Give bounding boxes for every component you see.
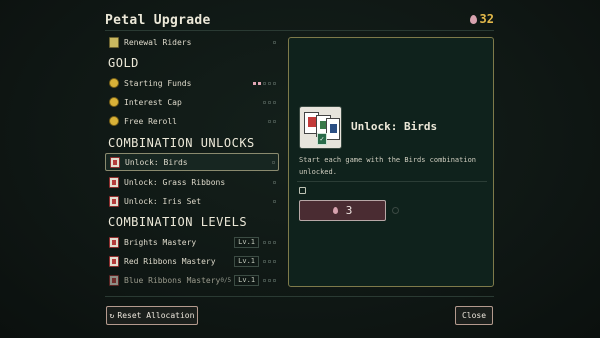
list-item-renewal-riders[interactable]: Renewal Riders [105, 33, 279, 51]
section-combination-levels: COMBINATION LEVELS [108, 215, 248, 229]
upgrade-pip [263, 278, 267, 282]
upgrade-pip [273, 278, 277, 282]
detail-panel: ✓ Unlock: Birds Start each game with the… [288, 37, 494, 287]
upgrade-pip [273, 119, 276, 123]
card-icon [109, 176, 119, 188]
list-item-unlock-grass-ribbons[interactable]: Unlock: Grass Ribbons [105, 173, 279, 191]
reset-allocation-button[interactable]: ↻ Reset Allocation [106, 306, 198, 325]
petal-icon [469, 14, 477, 24]
upgrade-pip [268, 119, 271, 123]
progress-count: 0/5 [220, 276, 232, 284]
upgrade-pips [263, 278, 277, 282]
upgrade-pip [273, 180, 276, 184]
upgrade-pip [263, 100, 266, 104]
upgrade-pip [258, 81, 261, 85]
coin-icon [109, 116, 119, 126]
list-item-brights-mastery[interactable]: Brights Mastery Lv.1 [105, 233, 279, 251]
card-icon [109, 236, 119, 248]
upgrade-pips [273, 199, 276, 203]
list-item-label: Red Ribbons Mastery [124, 256, 216, 266]
purchase-cost: 3 [345, 204, 353, 217]
list-item-red-ribbons-mastery[interactable]: Red Ribbons Mastery Lv.1 [105, 252, 279, 270]
upgrade-pip [272, 160, 275, 164]
upgrade-pip [268, 259, 271, 263]
upgrade-screen: Petal Upgrade 32 Renewal Riders GOLD Sta… [0, 0, 600, 338]
upgrade-pips [263, 259, 276, 263]
card-icon [110, 156, 120, 168]
level-badge: Lv.1 [234, 255, 259, 267]
list-item-label: Interest Cap [124, 97, 182, 107]
upgrade-pip [263, 240, 266, 244]
upgrade-pips [273, 180, 276, 184]
upgrade-pip [273, 100, 276, 104]
close-button[interactable]: Close [455, 306, 493, 325]
info-icon[interactable] [392, 207, 399, 214]
close-label: Close [461, 311, 487, 320]
upgrade-pips [273, 40, 276, 44]
list-item-label: Free Reroll [124, 116, 177, 126]
detail-title: Unlock: Birds [351, 120, 438, 133]
section-combination-unlocks: COMBINATION UNLOCKS [108, 136, 255, 150]
upgrade-pip [268, 278, 272, 282]
upgrade-pip [273, 40, 276, 44]
list-item-unlock-birds[interactable]: Unlock: Birds [105, 153, 279, 171]
petal-currency: 32 [469, 12, 494, 26]
list-item-label: Starting Funds [124, 78, 192, 88]
level-badge: Lv.1 [234, 274, 260, 286]
upgrade-pip [268, 81, 271, 85]
level-badge: Lv.1 [234, 236, 259, 248]
list-item-interest-cap[interactable]: Interest Cap [105, 93, 279, 111]
list-item-label: Unlock: Grass Ribbons [124, 177, 226, 187]
unlock-badge-icon: ✓ [317, 133, 327, 145]
upgrade-pip [263, 259, 266, 263]
upgrade-pips [268, 119, 276, 123]
page-title: Petal Upgrade [105, 13, 211, 28]
coin-icon [109, 97, 119, 107]
upgrade-pip [268, 100, 271, 104]
list-item-blue-ribbons-mastery[interactable]: Blue Ribbons Mastery 0/5 Lv.1 [105, 271, 279, 289]
upgrade-pips [263, 100, 276, 104]
list-item-label: Renewal Riders [124, 37, 192, 47]
list-item-unlock-iris-set[interactable]: Unlock: Iris Set [105, 192, 279, 210]
detail-divider [297, 181, 487, 182]
upgrade-pip [268, 240, 271, 244]
footer-divider [105, 296, 494, 297]
list-item-label: Unlock: Iris Set [124, 196, 202, 206]
coin-icon [109, 78, 119, 88]
detail-description: Start each game with the Birds combinati… [299, 156, 477, 176]
reset-label: Reset Allocation [117, 311, 195, 320]
birds-cards-image: ✓ [299, 106, 342, 149]
upgrade-pip [273, 240, 276, 244]
upgrade-pip [273, 259, 276, 263]
confirm-checkbox[interactable] [299, 187, 306, 194]
upgrade-pips [263, 240, 276, 244]
card-icon [109, 274, 119, 286]
upgrade-pip [273, 199, 276, 203]
upgrade-pip [253, 81, 256, 85]
header-divider [105, 30, 494, 31]
list-item-label: Unlock: Birds [125, 157, 188, 167]
upgrade-pip [273, 81, 276, 85]
list-item-label: Brights Mastery [124, 237, 197, 247]
card-icon [109, 255, 119, 267]
petal-icon [332, 207, 338, 214]
section-gold: GOLD [108, 56, 139, 70]
reset-icon: ↻ [109, 311, 115, 320]
list-item-label: Blue Ribbons Mastery [124, 275, 221, 285]
upgrade-pips [253, 81, 276, 85]
list-item-starting-funds[interactable]: Starting Funds [105, 74, 279, 92]
purchase-button[interactable]: 3 [299, 200, 386, 221]
card-icon [109, 195, 119, 207]
upgrade-pip [263, 81, 266, 85]
upgrade-pips [272, 160, 275, 164]
list-item-free-reroll[interactable]: Free Reroll [105, 112, 279, 130]
currency-value: 32 [479, 12, 494, 26]
book-icon [109, 36, 119, 48]
